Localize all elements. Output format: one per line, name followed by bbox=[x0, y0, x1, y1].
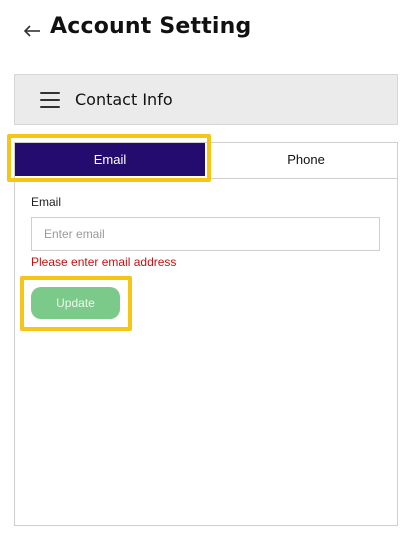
arrow-left-icon[interactable] bbox=[22, 21, 42, 41]
tab-phone[interactable]: Phone bbox=[215, 143, 397, 178]
email-error-message: Please enter email address bbox=[31, 255, 177, 269]
tab-bar: Email Phone bbox=[15, 143, 397, 179]
email-field-label: Email bbox=[31, 195, 62, 209]
email-field[interactable] bbox=[31, 217, 380, 251]
page-title: Account Setting bbox=[50, 14, 252, 39]
update-button[interactable]: Update bbox=[31, 287, 120, 319]
page-header: Account Setting bbox=[0, 0, 411, 64]
tab-email[interactable]: Email bbox=[15, 143, 205, 176]
hamburger-menu-icon[interactable] bbox=[40, 92, 60, 108]
contact-panel: Email Phone bbox=[14, 142, 398, 526]
contact-info-bar: Contact Info bbox=[14, 74, 398, 125]
section-title: Contact Info bbox=[75, 90, 173, 109]
